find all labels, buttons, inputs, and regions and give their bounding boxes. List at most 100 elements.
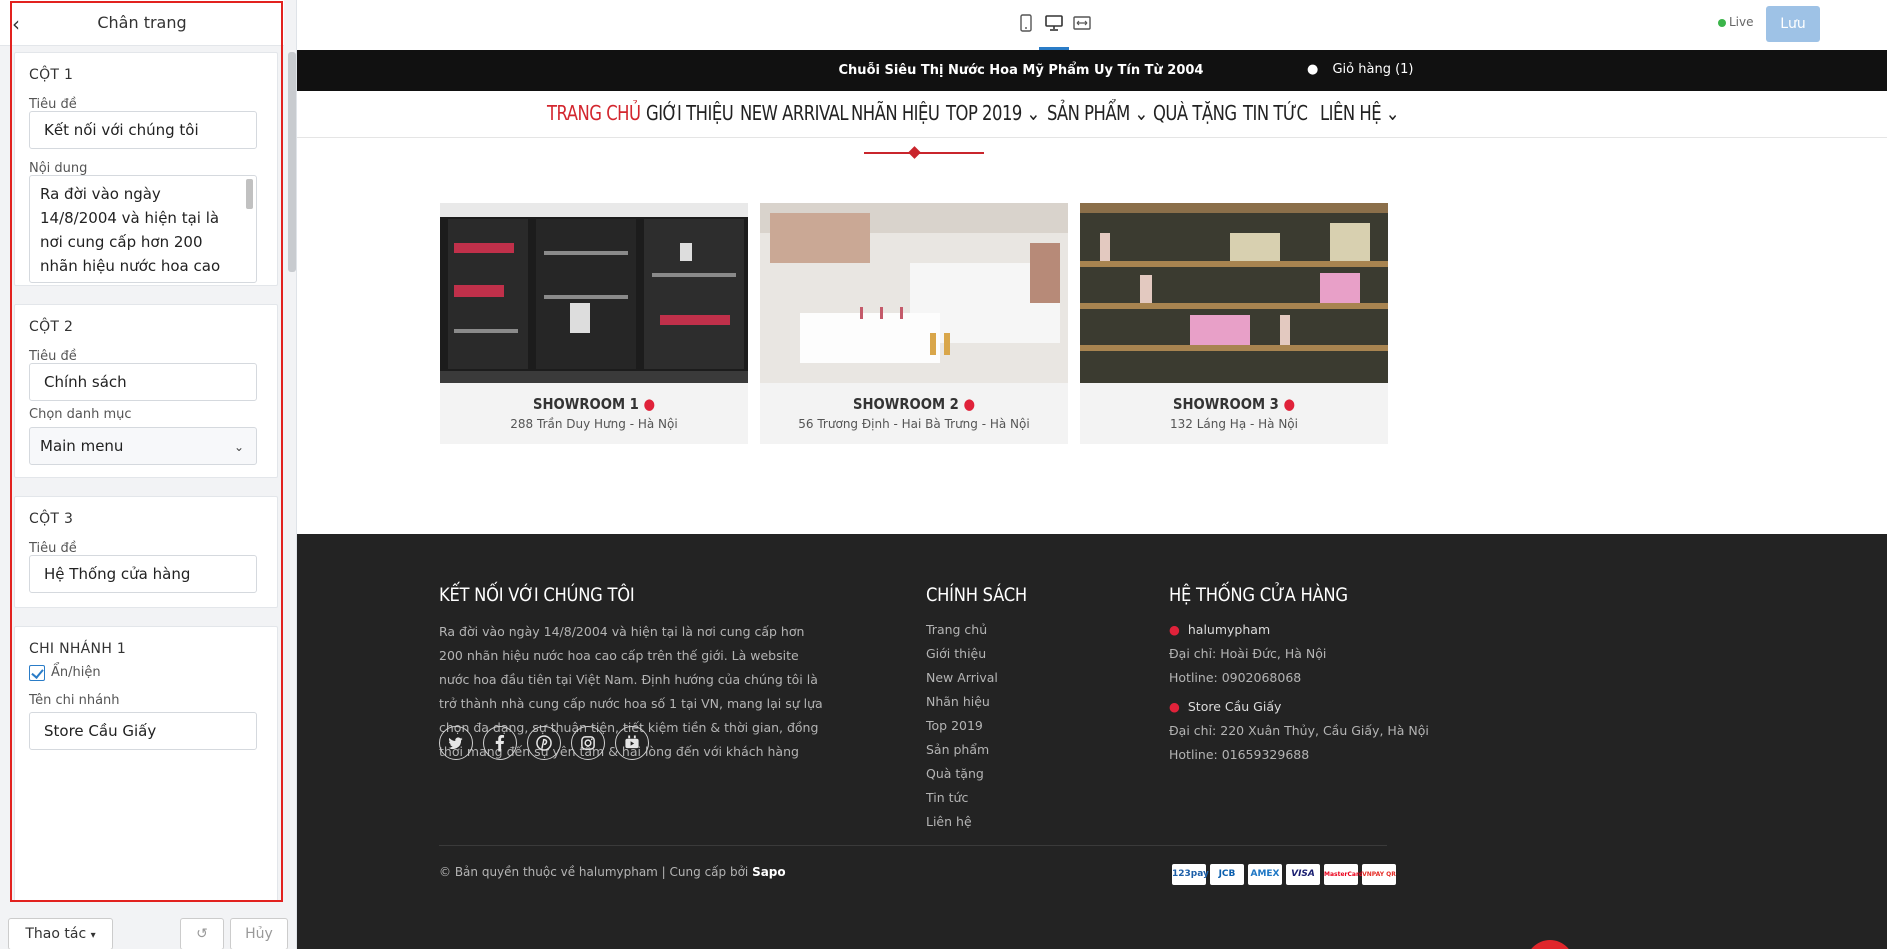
- save-button[interactable]: Lưu: [1766, 6, 1820, 42]
- fullwidth-view-icon[interactable]: [1073, 14, 1091, 32]
- copyright-text: © Bản quyền thuộc về halumypham | Cung c…: [439, 865, 786, 879]
- footer-link-brands[interactable]: Nhãn hiệu: [926, 694, 990, 709]
- undo-icon: ↺: [196, 926, 208, 942]
- nav-item-contact-label: LIÊN HỆ: [1320, 101, 1382, 125]
- store-1-name: ● halumypham: [1169, 622, 1270, 637]
- copyright-brand-link[interactable]: Sapo: [752, 865, 786, 879]
- store-2-address: Đại chỉ: 220 Xuân Thủy, Cầu Giấy, Hà Nội: [1169, 723, 1429, 738]
- column-2-menu-select[interactable]: Main menu ⌄: [29, 427, 257, 465]
- branch-1-title: CHI NHÁNH 1: [29, 641, 127, 657]
- nav-item-brands[interactable]: NHÃN HIỆU: [851, 101, 940, 125]
- chevron-down-icon: ⌄: [1381, 101, 1400, 125]
- column-3-title: CỘT 3: [29, 511, 74, 527]
- footer-link-news[interactable]: Tin tức: [926, 790, 968, 805]
- column-1-title-input[interactable]: Kết nối với chúng tôi: [29, 111, 257, 149]
- column-3-title-label: Tiêu đề: [29, 541, 77, 556]
- branch-1-card: CHI NHÁNH 1 Ẩn/hiện Tên chi nhánh Store …: [14, 626, 278, 902]
- site-footer: KẾT NỐI VỚI CHÚNG TÔI Ra đời vào ngày 14…: [297, 534, 1887, 949]
- payment-mastercard-icon: MasterCard: [1324, 864, 1363, 885]
- mobile-view-icon[interactable]: [1017, 14, 1035, 32]
- footer-link-gifts[interactable]: Quà tặng: [926, 766, 984, 781]
- undo-button[interactable]: ↺: [180, 918, 224, 949]
- store-2-name-text: Store Cầu Giấy: [1187, 699, 1282, 714]
- showroom-card[interactable]: SHOWROOM 3 ● 132 Láng Hạ - Hà Nội: [1080, 203, 1388, 444]
- nav-item-gifts[interactable]: QUÀ TẶNG: [1153, 101, 1237, 125]
- payment-visa-icon: VISA: [1286, 864, 1320, 885]
- payment-jcb-icon: JCB: [1210, 864, 1244, 885]
- column-3-title-input[interactable]: Hệ Thống cửa hàng: [29, 555, 257, 593]
- section-divider-diamond: [908, 146, 921, 159]
- showroom-card[interactable]: SHOWROOM 1 ● 288 Trần Duy Hưng - Hà Nội: [440, 203, 748, 444]
- column-2-menu-value: Main menu: [40, 437, 124, 455]
- branch-1-visibility-label: Ẩn/hiện: [51, 665, 101, 680]
- desktop-view-icon[interactable]: [1045, 14, 1063, 32]
- store-1-hotline: Hotline: 0902068068: [1169, 670, 1302, 685]
- column-2-title-input[interactable]: Chính sách: [29, 363, 257, 401]
- store-2-name: ● Store Cầu Giấy: [1169, 699, 1281, 714]
- nav-item-about[interactable]: GIỚI THIỆU: [646, 101, 734, 125]
- live-status-label: Live: [1729, 15, 1754, 29]
- sidebar-scrollbar-thumb[interactable]: [288, 52, 296, 272]
- nav-item-new-arrival[interactable]: NEW ARRIVAL: [740, 101, 849, 125]
- showroom-name: SHOWROOM 1 ●: [458, 395, 729, 413]
- scroll-to-top-button[interactable]: [1526, 940, 1574, 949]
- nav-item-top-2019-label: TOP 2019: [946, 101, 1022, 125]
- twitter-icon[interactable]: [439, 726, 473, 760]
- showroom-address: 132 Láng Hạ - Hà Nội: [1170, 417, 1298, 431]
- store-1-address: Đại chỉ: Hoài Đức, Hà Nội: [1169, 646, 1327, 661]
- site-slogan: Chuỗi Siêu Thị Nước Hoa Mỹ Phẩm Uy Tín T…: [838, 63, 1204, 78]
- footer-link-new-arrival[interactable]: New Arrival: [926, 670, 998, 685]
- column-3-card: CỘT 3 Tiêu đề Hệ Thống cửa hàng: [14, 496, 278, 608]
- chevron-down-icon: ⌄: [233, 440, 244, 454]
- footer-link-contact[interactable]: Liên hệ: [926, 814, 972, 829]
- youtube-icon[interactable]: [615, 726, 649, 760]
- nav-item-products-label: SẢN PHẨM: [1047, 101, 1130, 125]
- facebook-icon[interactable]: [483, 726, 517, 760]
- sidebar-footer: Thao tác ▾ ↺ Hủy: [0, 910, 296, 949]
- sidebar-title: Chân trang: [97, 13, 187, 32]
- footer-link-home[interactable]: Trang chủ: [926, 622, 987, 637]
- copyright-prefix: © Bản quyền thuộc về halumypham | Cung c…: [439, 865, 753, 879]
- footer-link-about[interactable]: Giới thiệu: [926, 646, 986, 661]
- site-topbar: Chuỗi Siêu Thị Nước Hoa Mỹ Phẩm Uy Tín T…: [297, 50, 1887, 91]
- footer-link-products[interactable]: Sản phẩm: [926, 742, 989, 757]
- nav-item-products[interactable]: SẢN PHẨM ⌄: [1047, 101, 1148, 125]
- footer-link-top-2019[interactable]: Top 2019: [926, 718, 983, 733]
- column-1-content-label: Nội dung: [29, 161, 88, 176]
- user-icon: ●: [1307, 62, 1319, 77]
- section-divider: [864, 152, 984, 154]
- caret-down-icon: ▾: [90, 930, 96, 941]
- column-1-title-label: Tiêu đề: [29, 97, 77, 112]
- nav-item-news[interactable]: TIN TỨC: [1243, 101, 1308, 125]
- map-pin-icon: ●: [643, 395, 655, 413]
- showroom-name-text: SHOWROOM 1: [533, 395, 639, 413]
- map-pin-icon: ●: [1169, 622, 1180, 637]
- sidebar-header: ‹ Chân trang: [0, 0, 284, 46]
- column-1-content-textarea[interactable]: Ra đời vào ngày 14/8/2004 và hiện tại là…: [29, 175, 257, 283]
- main-navigation: TRANG CHỦ GIỚI THIỆU NEW ARRIVAL NHÃN HI…: [297, 91, 1887, 138]
- column-2-menu-label: Chọn danh mục: [29, 407, 132, 422]
- column-2-title-label: Tiêu đề: [29, 349, 77, 364]
- showroom-name-text: SHOWROOM 2: [853, 395, 959, 413]
- nav-item-top-2019[interactable]: TOP 2019 ⌄: [946, 101, 1040, 125]
- footer-connect-heading: KẾT NỐI VỚI CHÚNG TÔI: [439, 584, 635, 606]
- branch-1-visibility-checkbox[interactable]: [29, 665, 45, 681]
- payment-vnpay-icon: VNPAY QR: [1362, 864, 1396, 885]
- cancel-button[interactable]: Hủy: [230, 918, 288, 949]
- showroom-3-photo: [1080, 203, 1388, 383]
- instagram-icon[interactable]: [571, 726, 605, 760]
- branch-1-name-label: Tên chi nhánh: [29, 693, 120, 708]
- cart-link[interactable]: ● Giỏ hàng (1): [1307, 62, 1414, 77]
- textarea-scrollbar[interactable]: [246, 179, 253, 209]
- store-1-name-text: halumypham: [1187, 622, 1271, 637]
- branch-1-name-input[interactable]: Store Cầu Giấy: [29, 712, 257, 750]
- store-2-hotline: Hotline: 01659329688: [1169, 747, 1310, 762]
- pinterest-icon[interactable]: [527, 726, 561, 760]
- actions-label: Thao tác: [25, 926, 87, 942]
- showroom-name-text: SHOWROOM 3: [1173, 395, 1279, 413]
- nav-item-contact[interactable]: LIÊN HỆ ⌄: [1320, 101, 1400, 125]
- nav-item-home[interactable]: TRANG CHỦ: [547, 101, 641, 125]
- showroom-card[interactable]: SHOWROOM 2 ● 56 Trương Định - Hai Bà Trư…: [760, 203, 1068, 444]
- showroom-2-photo: [760, 203, 1068, 383]
- actions-dropdown-button[interactable]: Thao tác ▾: [8, 918, 113, 949]
